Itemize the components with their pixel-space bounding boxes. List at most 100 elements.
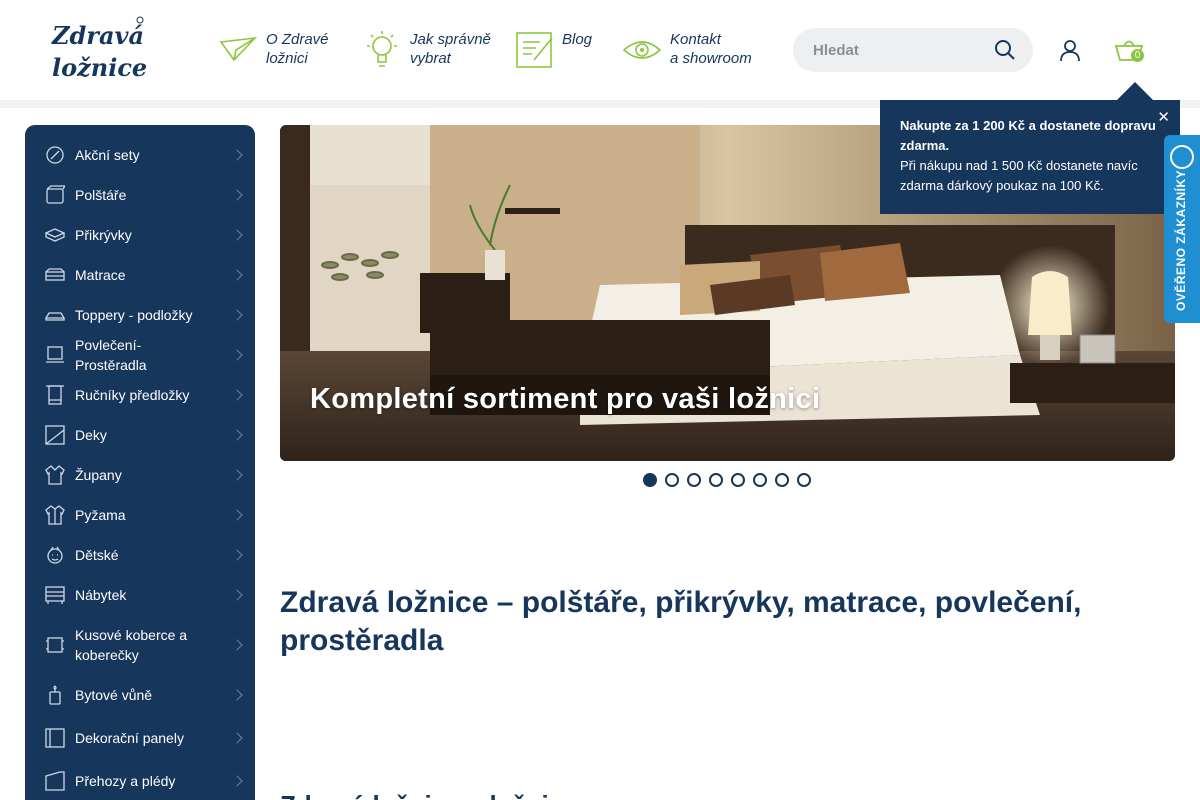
- sidebar-item-pajamas[interactable]: Pyžama: [25, 495, 255, 535]
- sidebar-item-bedding[interactable]: Povlečení- Prostěradla: [25, 335, 255, 375]
- sidebar-item-rugs[interactable]: Kusové koberce a koberečky: [25, 615, 255, 675]
- verified-customers-badge[interactable]: OVĚŘENO ZÁKAZNÍKY: [1164, 135, 1200, 323]
- sidebar-item-label: Akční sety: [75, 147, 140, 163]
- chevron-right-icon: [231, 389, 243, 401]
- kids-icon: [47, 546, 63, 564]
- slider-pagination: [643, 473, 811, 487]
- sidebar-item-label: Kusové koberce a koberečky: [75, 627, 188, 663]
- sidebar-item-label: Přikrývky: [75, 227, 132, 243]
- search-icon[interactable]: [993, 38, 1017, 62]
- sidebar-item-throws[interactable]: Přehozy a plédy: [25, 761, 255, 800]
- popup-arrow: [1117, 82, 1153, 100]
- slider-dot[interactable]: [665, 473, 679, 487]
- bedding-icon: [46, 346, 64, 363]
- slider-dot[interactable]: [753, 473, 767, 487]
- sidebar-item-toppers[interactable]: Toppery - podložky: [25, 295, 255, 335]
- search-bar: [793, 28, 1033, 72]
- candle-icon: [49, 685, 61, 705]
- mattress-icon: [45, 268, 65, 281]
- slider-dot[interactable]: [775, 473, 789, 487]
- sidebar-item-action-sets[interactable]: Akční sety: [25, 135, 255, 175]
- close-icon[interactable]: ✕: [1157, 108, 1170, 128]
- verified-seal-icon: [1170, 145, 1194, 169]
- sidebar-item-home-fragrances[interactable]: Bytové vůně: [25, 675, 255, 715]
- sidebar-item-label: Ručníky předložky: [75, 387, 190, 403]
- chevron-right-icon: [231, 309, 243, 321]
- panel-icon: [45, 728, 65, 748]
- slider-dot[interactable]: [687, 473, 701, 487]
- nav-contact-label: Kontakt a showroom: [670, 31, 752, 67]
- chevron-right-icon: [231, 689, 243, 701]
- sidebar-item-kids[interactable]: Dětské: [25, 535, 255, 575]
- nav-about[interactable]: O Zdravé ložnici: [218, 30, 329, 70]
- topper-icon: [45, 312, 65, 321]
- sidebar-item-label: Povlečení- Prostěradla: [75, 337, 147, 373]
- chevron-right-icon: [231, 509, 243, 521]
- sidebar-item-label: Dětské: [75, 547, 119, 563]
- nav-blog-label: Blog: [562, 31, 593, 48]
- throw-icon: [45, 771, 65, 791]
- chevron-right-icon: [231, 775, 243, 787]
- sidebar-item-label: Bytové vůně: [75, 687, 153, 703]
- chevron-right-icon: [231, 349, 243, 361]
- chevron-right-icon: [231, 639, 243, 651]
- chevron-right-icon: [231, 429, 243, 441]
- slider-dot[interactable]: [731, 473, 745, 487]
- sidebar-item-label: Dekorační panely: [75, 730, 184, 746]
- search-input[interactable]: [813, 41, 983, 59]
- site-header: Zdravá ložnice O Zdravé ložnici Jak sprá…: [0, 0, 1200, 100]
- nav-how-to-choose[interactable]: Jak správně vybrat: [362, 30, 491, 70]
- svg-text:ložnice: ložnice: [52, 53, 147, 82]
- sidebar-item-furniture[interactable]: Nábytek: [25, 575, 255, 615]
- popup-headline: Nakupte za 1 200 Kč a dostanete dopravu …: [900, 118, 1156, 153]
- sidebar-item-label: Toppery - podložky: [75, 307, 193, 323]
- chevron-right-icon: [231, 549, 243, 561]
- towel-icon: [46, 385, 64, 405]
- chevron-right-icon: [231, 149, 243, 161]
- chevron-right-icon: [231, 269, 243, 281]
- sidebar-item-pillows[interactable]: Polštáře: [25, 175, 255, 215]
- sidebar-item-label: Deky: [75, 427, 107, 443]
- slider-dot[interactable]: [643, 473, 657, 487]
- page-title: Zdravá ložnice – polštáře, přikrývky, ma…: [280, 586, 1082, 657]
- user-icon[interactable]: [1058, 38, 1082, 62]
- logo[interactable]: Zdravá ložnice: [48, 14, 148, 86]
- sidebar-item-duvets[interactable]: Přikrývky: [25, 215, 255, 255]
- nav-about-label: O Zdravé ložnici: [266, 31, 329, 67]
- eye-icon: [622, 41, 662, 59]
- nav-contact[interactable]: Kontakt a showroom: [622, 30, 752, 70]
- svg-text:Zdravá: Zdravá: [51, 21, 144, 50]
- sidebar-item-label: Nábytek: [75, 587, 127, 603]
- nav-how-to-choose-label: Jak správně vybrat: [410, 31, 491, 67]
- slider-dot[interactable]: [797, 473, 811, 487]
- furniture-icon: [45, 586, 65, 604]
- sidebar-item-label: Pyžama: [75, 507, 126, 523]
- sidebar-item-mattresses[interactable]: Matrace: [25, 255, 255, 295]
- sidebar-item-bathrobes[interactable]: Župany: [25, 455, 255, 495]
- paper-plane-icon: [219, 36, 258, 62]
- sidebar-item-towels[interactable]: Ručníky předložky: [25, 375, 255, 415]
- nav-blog[interactable]: Blog: [514, 30, 592, 70]
- chevron-right-icon: [231, 469, 243, 481]
- rug-icon: [46, 637, 64, 653]
- pillow-icon: [46, 185, 65, 204]
- notepad-pencil-icon: [516, 32, 553, 68]
- category-sidebar: Akční sety Polštáře Přikrývky Matrace To…: [25, 125, 255, 800]
- cart-count-badge: 0: [1131, 49, 1144, 62]
- badge-label: OVĚŘENO ZÁKAZNÍKY: [1174, 169, 1188, 311]
- duvet-icon: [45, 228, 65, 242]
- slider-dot[interactable]: [709, 473, 723, 487]
- sidebar-item-label: Župany: [75, 467, 122, 483]
- chevron-right-icon: [231, 189, 243, 201]
- lightbulb-icon: [367, 31, 397, 67]
- sidebar-item-decor-panels[interactable]: Dekorační panely: [25, 715, 255, 761]
- sidebar-item-label: Matrace: [75, 267, 126, 283]
- popup-text: Při nákupu nad 1 500 Kč dostanete navíc …: [900, 158, 1138, 193]
- hero-caption: Kompletní sortiment pro vaši ložnici: [310, 383, 821, 415]
- blanket-icon: [45, 425, 65, 445]
- sidebar-item-label: Přehozy a plédy: [75, 773, 176, 789]
- sidebar-item-blankets[interactable]: Deky: [25, 415, 255, 455]
- chevron-right-icon: [231, 229, 243, 241]
- free-shipping-popup: Nakupte za 1 200 Kč a dostanete dopravu …: [880, 100, 1180, 214]
- sidebar-item-label: Polštáře: [75, 187, 127, 203]
